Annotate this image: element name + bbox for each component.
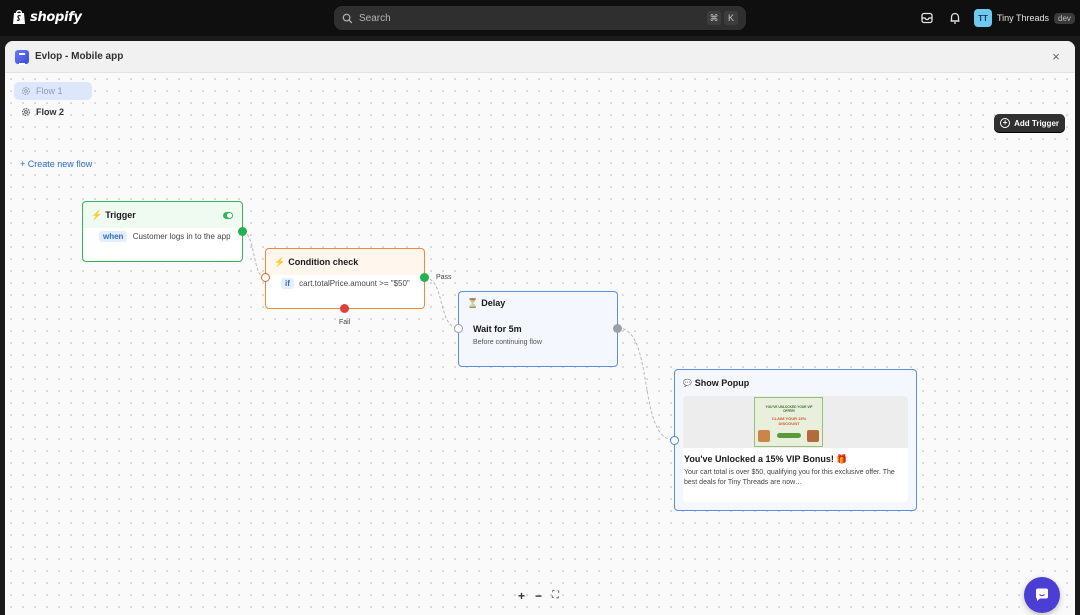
- popup-heading: You've Unlocked a 15% VIP Bonus! 🎁: [684, 454, 848, 464]
- condition-fail-port[interactable]: [340, 304, 349, 313]
- delay-node-header: ⏳ Delay: [459, 292, 617, 314]
- zoom-out-button[interactable]: −: [532, 590, 545, 603]
- inbox-icon[interactable]: [920, 11, 934, 25]
- search-placeholder: Search: [359, 12, 391, 24]
- edge-pass-to-delay: [424, 277, 459, 329]
- search-bar[interactable]: Search ⌘ K: [334, 6, 746, 30]
- popup-offer-image: YOU'VE UNLOCKED YOUR VIP OFFER! CLAIM YO…: [754, 397, 823, 447]
- delay-output-port[interactable]: [613, 324, 622, 333]
- edge-delay-to-popup: [617, 327, 675, 441]
- shopify-bag-icon: [13, 10, 25, 24]
- app-modal: Evlop - Mobile app × Flow 1 Flow 2 + Cre…: [5, 41, 1075, 615]
- brand-name: shopify: [30, 9, 82, 25]
- hourglass-icon: ⏳: [467, 297, 479, 308]
- popup-image-line2: CLAIM YOUR 15% DISCOUNT: [771, 416, 807, 426]
- flow-canvas[interactable]: Flow 1 Flow 2 + Create new flow + Add Tr…: [5, 73, 1075, 615]
- trigger-output-port[interactable]: [238, 227, 247, 236]
- trigger-toggle[interactable]: [223, 212, 233, 219]
- bell-icon[interactable]: [948, 11, 962, 25]
- delay-node[interactable]: ⏳ Delay Wait for 5m Before continuing fl…: [454, 291, 622, 367]
- if-keyword: if: [281, 278, 294, 289]
- popup-title: Show Popup: [694, 378, 750, 388]
- evlop-app-icon: [15, 49, 29, 65]
- popup-description: Your cart total is over $50, qualifying …: [684, 469, 895, 486]
- store-menu[interactable]: TT Tiny Threads dev: [974, 9, 1075, 27]
- chat-bubble-icon: [1036, 588, 1048, 601]
- condition-node-header: ⚡ Condition check: [266, 249, 424, 275]
- dev-badge: dev: [1054, 12, 1075, 24]
- condition-node[interactable]: ⚡ Condition check if cart.totalPrice.amo…: [261, 248, 429, 313]
- modal-header: Evlop - Mobile app ×: [5, 41, 1075, 73]
- delay-subtext: Before continuing flow: [473, 339, 542, 346]
- delay-input-port[interactable]: [454, 324, 463, 333]
- popup-image-cta: [777, 433, 801, 438]
- lightning-icon: ⚡: [91, 209, 103, 220]
- speech-bubble-icon: 💬: [683, 380, 692, 387]
- zoom-in-button[interactable]: +: [515, 590, 528, 603]
- popup-image-line1: YOU'VE UNLOCKED YOUR VIP OFFER!: [765, 405, 813, 413]
- popup-preview-card: YOU'VE UNLOCKED YOUR VIP OFFER! CLAIM YO…: [683, 396, 908, 502]
- edge-trigger-to-condition: [242, 231, 266, 279]
- delay-title: Delay: [481, 298, 506, 308]
- pass-label: Pass: [436, 274, 452, 281]
- shopify-logo[interactable]: shopify: [12, 9, 82, 25]
- popup-image-area: YOU'VE UNLOCKED YOUR VIP OFFER! CLAIM YO…: [683, 396, 908, 448]
- trigger-title: Trigger: [105, 210, 136, 220]
- shopping-bag-icon: [807, 430, 819, 442]
- fit-view-button[interactable]: ⛶: [549, 590, 562, 603]
- top-bar: shopify Search ⌘ K TT Tiny Threads dev: [0, 0, 1080, 36]
- condition-title: Condition check: [288, 257, 359, 267]
- trigger-condition: Customer logs in to the app: [132, 232, 231, 241]
- fail-label: Fail: [339, 319, 351, 326]
- condition-input-port[interactable]: [261, 273, 270, 282]
- store-avatar: TT: [974, 9, 992, 27]
- when-keyword: when: [99, 231, 128, 242]
- condition-expression: cart.totalPrice.amount >= "$50": [299, 279, 410, 288]
- search-icon: [342, 13, 353, 23]
- condition-pass-port[interactable]: [420, 273, 429, 282]
- modal-title: Evlop - Mobile app: [35, 51, 124, 62]
- shortcut-cmd-key: ⌘: [707, 11, 721, 25]
- chat-button[interactable]: [1024, 577, 1060, 613]
- trigger-node-header: ⚡ Trigger: [83, 202, 242, 228]
- popup-input-port[interactable]: [670, 436, 679, 445]
- close-icon[interactable]: ×: [1049, 50, 1063, 64]
- shopping-bag-icon: [758, 430, 770, 442]
- lightning-icon: ⚡: [274, 256, 286, 267]
- zoom-controls: + − ⛶: [515, 588, 562, 604]
- popup-node[interactable]: 💬 Show Popup YOU'VE UNLOCKED YOUR VIP OF…: [670, 369, 917, 511]
- shortcut-k-key: K: [724, 11, 738, 25]
- delay-heading: Wait for 5m: [473, 324, 522, 334]
- trigger-node[interactable]: ⚡ Trigger when Customer logs in to the a…: [82, 201, 247, 262]
- store-name: Tiny Threads: [997, 13, 1050, 23]
- popup-node-header: 💬 Show Popup: [675, 370, 916, 396]
